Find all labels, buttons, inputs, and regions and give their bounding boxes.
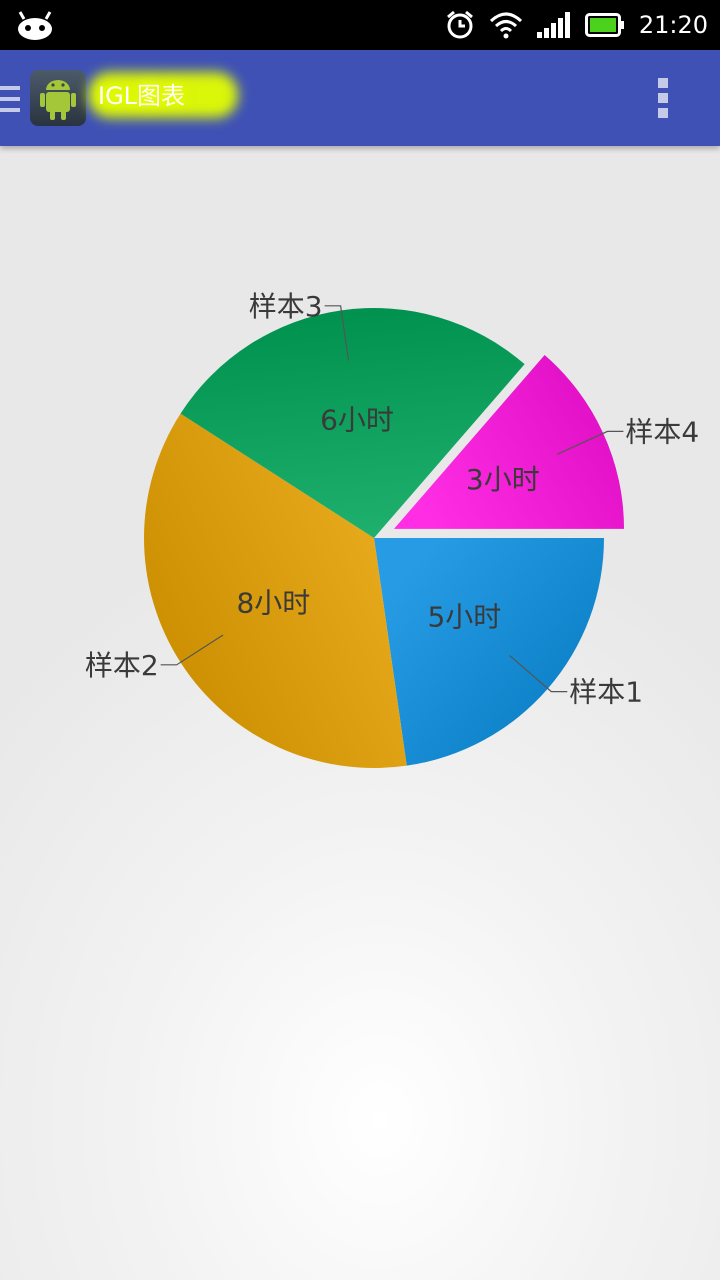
android-app-icon[interactable]: [30, 70, 86, 126]
pie-slice-1[interactable]: [374, 538, 604, 766]
status-time: 21:20: [638, 11, 708, 39]
slice-value-label-3: 6小时: [320, 404, 394, 437]
pie-chart: 5小时样本1 8小时样本2 6小时 样本3 3小时 样本4: [0, 146, 720, 846]
slice-value-label-4: 3小时: [466, 463, 540, 496]
slice-value-label-2: 8小时: [236, 587, 310, 620]
slice-name-label-3: 样本3: [249, 290, 323, 323]
overflow-menu-icon[interactable]: [658, 78, 668, 118]
slice-name-label-2: 样本2: [85, 649, 159, 682]
drawer-menu-icon[interactable]: [0, 86, 20, 114]
android-icon: [18, 11, 52, 40]
battery-icon: [584, 13, 624, 37]
slice-value-label-1: 5小时: [427, 600, 501, 633]
pie-chart-svg: 5小时样本1 8小时样本2 6小时 样本3 3小时 样本4: [85, 290, 699, 768]
alarm-icon: [446, 10, 473, 39]
app-title: IGL图表: [98, 82, 186, 110]
slice-name-label-1: 样本1: [569, 676, 643, 709]
signal-icon: [536, 12, 570, 38]
wifi-icon: [489, 12, 522, 39]
status-bar: 21:20: [0, 0, 720, 50]
slice-name-label-4: 样本4: [625, 415, 699, 448]
app-bar: IGL图表: [0, 50, 720, 146]
